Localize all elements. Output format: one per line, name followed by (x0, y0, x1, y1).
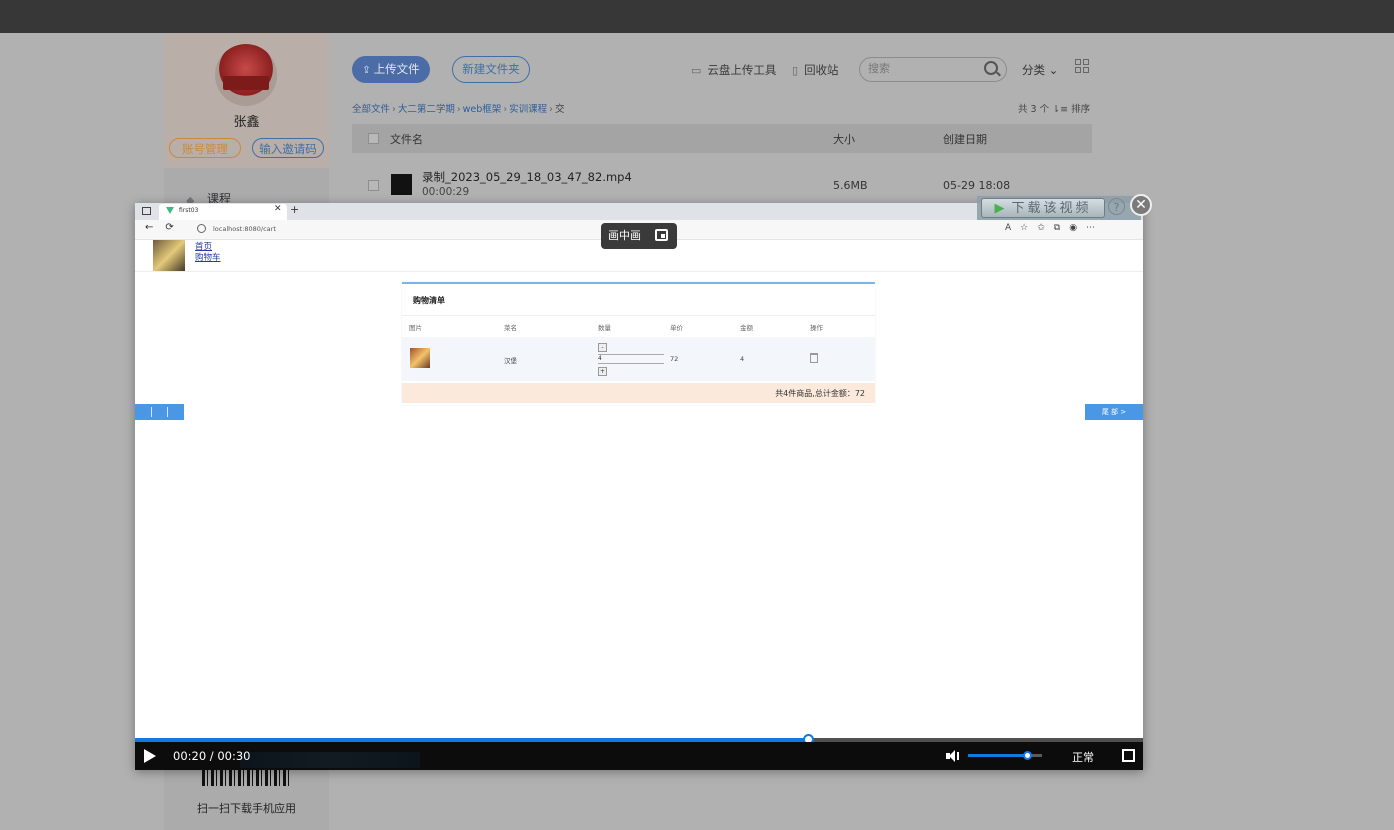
top-header-bar (0, 0, 1394, 33)
cart-item-name: 汉堡 (504, 357, 517, 365)
grid-view-icon[interactable] (1075, 59, 1089, 73)
download-video-button[interactable]: ▶ 下载该视频 (981, 198, 1105, 218)
video-browser-tools-icon: A☆✩⧉◉⋯ (1005, 223, 1105, 233)
trash-icon: ▯ (792, 64, 799, 77)
sort-button[interactable]: 排序 (1071, 104, 1090, 115)
breadcrumb-item[interactable]: web框架 (463, 104, 502, 115)
qty-minus-icon: - (598, 343, 607, 352)
cart-header: 图片 (409, 324, 422, 332)
cart-header: 单价 (670, 324, 683, 332)
side-nav-right: 尾 部 > (1085, 404, 1143, 420)
play-icon: ▶ (994, 201, 1008, 216)
pip-button[interactable]: 画中画 (601, 223, 677, 249)
divider (402, 315, 875, 316)
file-size: 5.6MB (833, 179, 868, 192)
new-folder-button[interactable]: 新建文件夹 (452, 56, 530, 83)
fullscreen-icon[interactable] (1122, 749, 1135, 762)
volume-fill (968, 754, 1028, 757)
video-tab-close-icon: ✕ (274, 204, 282, 214)
row-checkbox[interactable] (368, 180, 379, 191)
scan-download-text: 扫一扫下载手机应用 (197, 802, 296, 815)
time-display: 00:20 / 00:30 (173, 749, 251, 763)
cart-header: 操作 (810, 324, 823, 332)
column-header-name: 文件名 (390, 133, 423, 146)
pip-icon (655, 229, 668, 241)
video-link-cart: 购物车 (195, 253, 221, 263)
cart-total: 共4件商品,总计金额：72 (775, 389, 865, 398)
file-count: 共 3 个 (1018, 104, 1050, 115)
window-icon (142, 207, 151, 215)
side-nav-left (135, 404, 184, 420)
file-date: 05-29 18:08 (943, 179, 1011, 192)
cart-item-image (410, 348, 430, 368)
chevron-down-icon: ⌄ (1045, 63, 1059, 77)
avatar[interactable] (215, 44, 277, 106)
cart-item-price: 72 (670, 355, 679, 363)
sort-icon[interactable]: ⇂≡ (1049, 104, 1071, 115)
playback-speed-button[interactable]: 正常 (1072, 749, 1094, 765)
search-icon[interactable] (984, 61, 998, 75)
cart-header: 数量 (598, 324, 611, 332)
video-tab-title: first03 (179, 207, 199, 214)
upload-icon: ⇪ (362, 65, 371, 76)
monitor-icon: ▭ (691, 64, 702, 77)
file-duration: 00:00:29 (422, 186, 470, 198)
info-icon (197, 224, 206, 233)
video-new-tab-icon: + (290, 203, 300, 216)
video-file-thumbnail (391, 174, 412, 195)
cart-item-qty: 4 (598, 354, 664, 364)
play-icon[interactable] (144, 749, 156, 763)
volume-icon[interactable] (946, 749, 960, 763)
cart-title: 购物清单 (413, 296, 445, 305)
breadcrumb: 全部文件 › 大二第二学期 › web框架 › 实训课程 › 交 (352, 104, 565, 115)
breadcrumb-item[interactable]: 大二第二学期 (398, 104, 455, 115)
divider (135, 271, 1143, 272)
invite-code-button[interactable]: 输入邀请码 (252, 138, 324, 158)
qty-plus-icon: + (598, 367, 607, 376)
cart-header: 金额 (740, 324, 753, 332)
breadcrumb-current: 交 (554, 104, 565, 115)
cloud-upload-tool-link[interactable]: ▭ 云盘上传工具 (691, 62, 776, 78)
username: 张鑫 (233, 115, 260, 130)
video-url: localhost:8080/cart (213, 225, 276, 233)
breadcrumb-item[interactable]: 全部文件 (352, 104, 390, 115)
help-icon[interactable]: ? (1108, 198, 1125, 215)
upload-file-button[interactable]: ⇪ 上传文件 (352, 56, 430, 83)
video-player[interactable]: first03 ✕ + ←⟳ localhost:8080/cart A☆✩⧉◉… (135, 203, 1143, 770)
breadcrumb-item[interactable]: 实训课程 (509, 104, 547, 115)
account-manage-button[interactable]: 账号管理 (169, 138, 241, 158)
video-nav-arrows-icon: ←⟳ (145, 222, 186, 233)
close-icon[interactable]: ✕ (1130, 194, 1152, 216)
delete-icon (810, 353, 818, 363)
video-page-avatar (153, 240, 185, 272)
cart-header: 菜名 (504, 324, 517, 332)
file-name[interactable]: 录制_2023_05_29_18_03_47_82.mp4 (422, 169, 632, 185)
select-all-checkbox[interactable] (368, 133, 379, 144)
search-input[interactable] (868, 62, 978, 75)
recycle-bin-link[interactable]: ▯ 回收站 (792, 62, 839, 78)
taskbar-reflection (240, 752, 420, 768)
vue-logo-icon (166, 207, 174, 214)
category-dropdown[interactable]: 分类 ⌄ (1022, 62, 1058, 78)
volume-handle[interactable] (1023, 751, 1032, 760)
cart-item-amount: 4 (740, 355, 745, 363)
column-header-size: 大小 (833, 133, 855, 146)
file-count-and-sort: 共 3 个 ⇂≡ 排序 (1018, 101, 1090, 115)
column-header-date: 创建日期 (943, 133, 987, 146)
